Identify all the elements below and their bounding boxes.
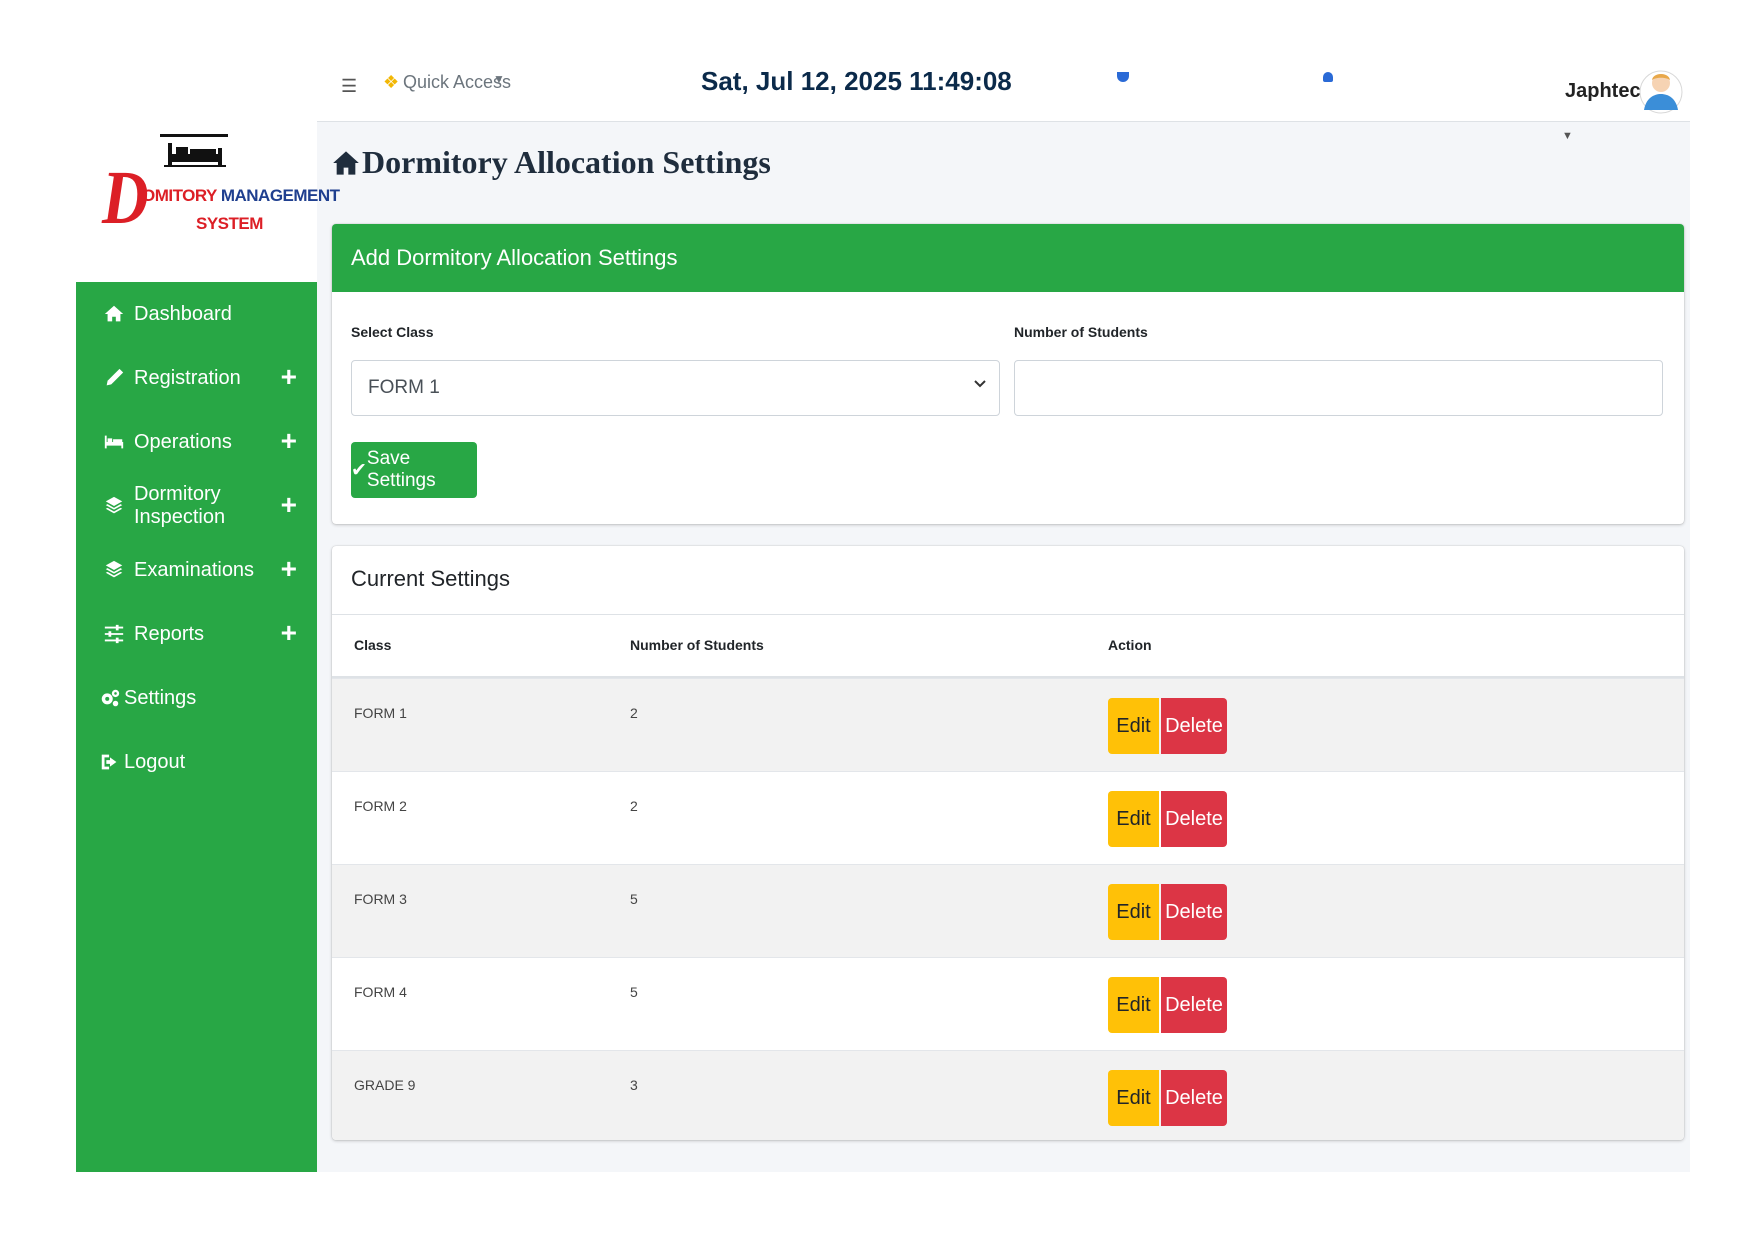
class-select-value: FORM 1	[368, 377, 440, 398]
class-cell: FORM 3	[354, 891, 407, 907]
sidebar-item-reports[interactable]: Reports +	[76, 602, 317, 666]
add-settings-card: Add Dormitory Allocation Settings Select…	[332, 224, 1684, 524]
column-header-students: Number of Students	[630, 637, 764, 653]
sidebar-item-label: Examinations	[134, 558, 255, 581]
sidebar-item-label: Settings	[124, 686, 197, 709]
layers-icon	[102, 494, 126, 518]
table-row: FORM 4 5 Edit Delete	[332, 957, 1684, 1050]
gears-icon	[98, 686, 122, 710]
students-cell: 5	[630, 984, 638, 1000]
select-class-label: Select Class	[351, 324, 434, 340]
table-row: FORM 2 2 Edit Delete	[332, 771, 1684, 864]
column-header-action: Action	[1108, 637, 1152, 653]
students-cell: 5	[630, 891, 638, 907]
expand-plus-icon[interactable]: +	[281, 427, 297, 455]
sidebar-item-registration[interactable]: Registration +	[76, 346, 317, 410]
table-row: FORM 1 2 Edit Delete	[332, 678, 1684, 771]
brand-logo[interactable]: D OMITORY MANAGEMENT SYSTEM	[76, 66, 340, 282]
class-cell: FORM 1	[354, 705, 407, 721]
expand-plus-icon[interactable]: +	[281, 619, 297, 647]
current-settings-card: Current Settings Class Number of Student…	[332, 546, 1684, 1140]
sidebar-menu: Dashboard Registration + Operations + Do…	[76, 282, 317, 794]
top-navbar: ☰ ❖ Quick Access ▼ Sat, Jul 12, 2025 11:…	[317, 66, 1690, 122]
sidebar-item-operations[interactable]: Operations +	[76, 410, 317, 474]
layers-icon	[102, 558, 126, 582]
sidebar-item-examinations[interactable]: Examinations +	[76, 538, 317, 602]
students-cell: 2	[630, 798, 638, 814]
delete-button[interactable]: Delete	[1161, 977, 1227, 1033]
home-icon	[102, 302, 126, 326]
class-cell: FORM 4	[354, 984, 407, 1000]
sign-out-icon	[98, 750, 122, 774]
page-title: Dormitory Allocation Settings	[332, 144, 771, 181]
main-content: Dormitory Allocation Settings Add Dormit…	[317, 122, 1690, 1172]
delete-button[interactable]: Delete	[1161, 791, 1227, 847]
pencil-icon	[102, 366, 126, 390]
sliders-icon	[102, 622, 126, 646]
edit-button[interactable]: Edit	[1108, 977, 1159, 1033]
sidebar: D OMITORY MANAGEMENT SYSTEM Dashboard Re…	[76, 66, 340, 1172]
expand-plus-icon[interactable]: +	[281, 491, 297, 519]
brand-title: OMITORY MANAGEMENT	[142, 186, 340, 205]
chevron-down-icon	[974, 380, 986, 388]
avatar[interactable]	[1639, 68, 1683, 116]
delete-button[interactable]: Delete	[1161, 884, 1227, 940]
card-title: Current Settings	[351, 566, 510, 591]
sidebar-item-logout[interactable]: Logout	[76, 730, 317, 794]
check-icon: ✔	[351, 459, 367, 481]
table-row: FORM 3 5 Edit Delete	[332, 864, 1684, 957]
edit-button[interactable]: Edit	[1108, 698, 1159, 754]
delete-button[interactable]: Delete	[1161, 698, 1227, 754]
table-header: Class Number of Students Action	[332, 614, 1684, 678]
sidebar-item-dashboard[interactable]: Dashboard	[76, 282, 317, 346]
app-window: D OMITORY MANAGEMENT SYSTEM Dashboard Re…	[76, 66, 1690, 1172]
brand-subtitle: SYSTEM	[196, 214, 263, 233]
students-cell: 3	[630, 1077, 638, 1093]
sidebar-item-label: Operations	[134, 430, 232, 453]
expand-plus-icon[interactable]: +	[281, 555, 297, 583]
students-cell: 2	[630, 705, 638, 721]
caret-down-icon: ▼	[493, 72, 505, 86]
sidebar-item-settings[interactable]: Settings	[76, 666, 317, 730]
globe-icon[interactable]	[1117, 72, 1129, 82]
edit-button[interactable]: Edit	[1108, 884, 1159, 940]
hamburger-menu-icon[interactable]: ☰	[341, 76, 357, 97]
sidebar-item-label: Logout	[124, 750, 186, 773]
number-of-students-label: Number of Students	[1014, 324, 1148, 340]
datetime-display: Sat, Jul 12, 2025 11:49:08	[701, 66, 1012, 96]
sidebar-item-label: Registration	[134, 366, 241, 389]
class-cell: GRADE 9	[354, 1077, 416, 1093]
class-cell: FORM 2	[354, 798, 407, 814]
save-settings-button[interactable]: ✔ Save Settings	[351, 442, 477, 498]
delete-button[interactable]: Delete	[1161, 1070, 1227, 1126]
lightning-icon: ❖	[383, 72, 400, 92]
sidebar-item-label: Reports	[134, 622, 205, 645]
sidebar-item-label: Dashboard	[134, 302, 232, 325]
sidebar-item-dormitory-inspection[interactable]: Dormitory Inspection +	[76, 474, 317, 538]
edit-button[interactable]: Edit	[1108, 791, 1159, 847]
edit-button[interactable]: Edit	[1108, 1070, 1159, 1126]
number-of-students-input[interactable]	[1014, 360, 1663, 416]
column-header-class: Class	[354, 637, 392, 653]
bed-logo-icon	[160, 134, 228, 167]
home-icon	[333, 150, 359, 175]
table-row: GRADE 9 3 Edit Delete	[332, 1050, 1684, 1140]
bell-icon[interactable]	[1323, 72, 1333, 82]
expand-plus-icon[interactable]: +	[281, 363, 297, 391]
class-select[interactable]: FORM 1	[351, 360, 1000, 416]
bed-icon	[102, 430, 126, 454]
card-header: Add Dormitory Allocation Settings	[332, 224, 1684, 292]
